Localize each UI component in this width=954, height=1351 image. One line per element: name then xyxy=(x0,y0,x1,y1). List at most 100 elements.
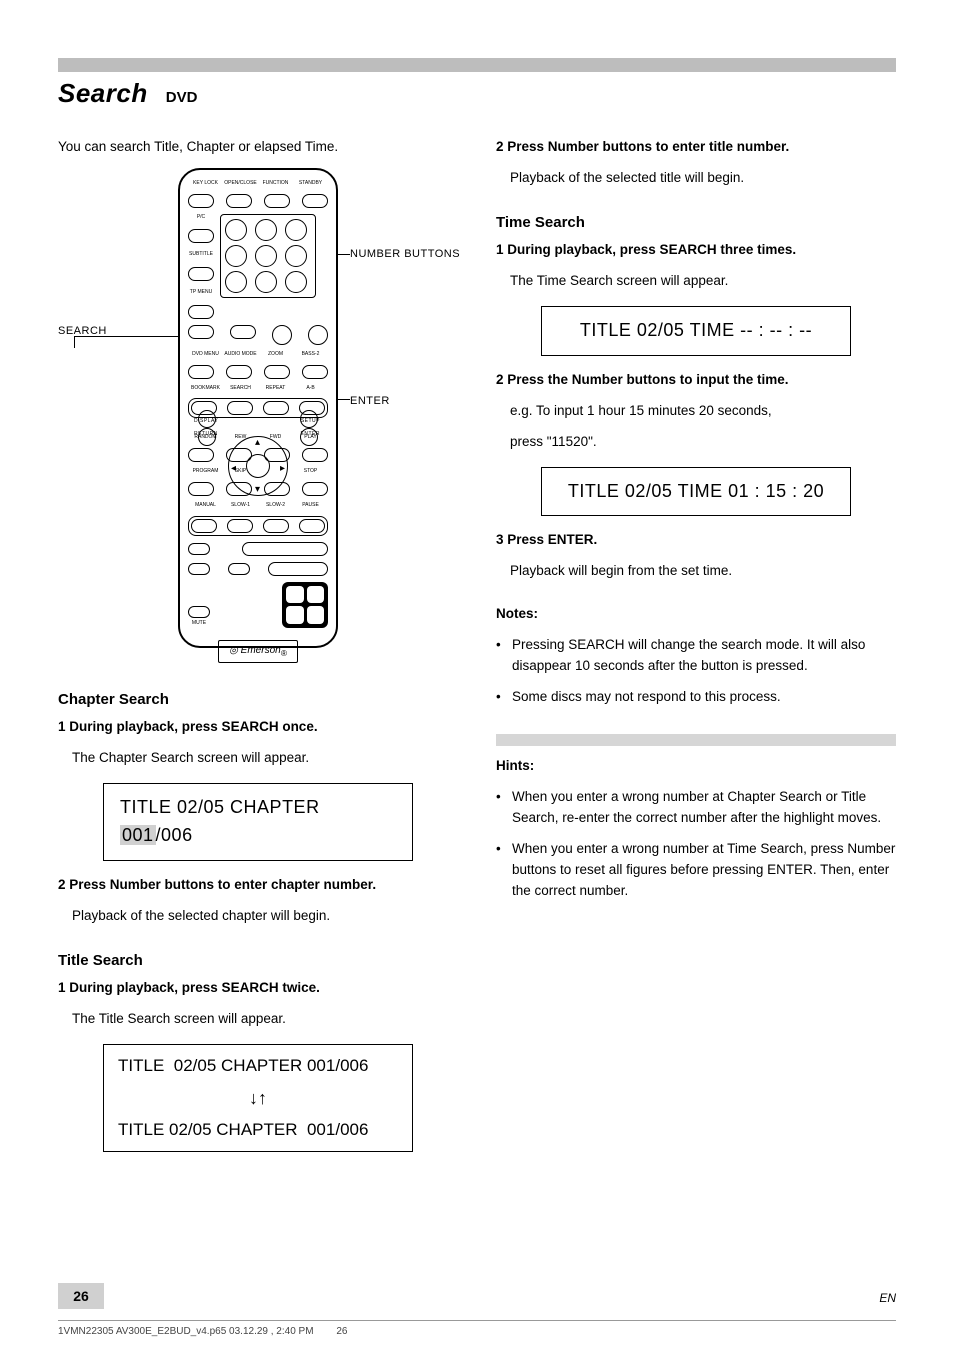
time-step-2-eg-b: press "11520". xyxy=(496,432,896,453)
lbl: TP MENU xyxy=(190,289,212,297)
function-button[interactable] xyxy=(264,194,290,208)
num-9-button[interactable] xyxy=(285,271,307,293)
callout-search: SEARCH xyxy=(58,323,107,340)
lbl: REPEAT xyxy=(258,385,293,393)
osd-chapter-search: TITLE 02/05 CHAPTER 001/006 xyxy=(103,783,413,861)
lbl: DVD MENU xyxy=(188,351,223,359)
notes-heading: Notes: xyxy=(496,604,896,625)
open-close-button[interactable] xyxy=(226,194,252,208)
page-title-row: Search DVD xyxy=(58,78,896,109)
key-lock-button[interactable] xyxy=(188,194,214,208)
footer-build-text: 1VMN22305 AV300E_E2BUD_v4.p65 03.12.29 ,… xyxy=(58,1326,314,1337)
remote-illustration: SEARCH NUMBER BUTTONS ENTER KEY LOCK OPE… xyxy=(88,168,428,668)
step-text: 2 Press Number buttons to enter chapter … xyxy=(58,877,376,892)
page-subtitle: DVD xyxy=(166,89,198,106)
onoff-button[interactable] xyxy=(268,562,328,576)
step-text: 2 Press the Number buttons to input the … xyxy=(496,372,789,387)
num-4-button[interactable] xyxy=(225,245,247,267)
osd-title-search: TITLE 02/05 CHAPTER 001/006 ↓↑ TITLE 02/… xyxy=(103,1044,413,1153)
left-column: You can search Title, Chapter or elapsed… xyxy=(58,137,458,1166)
pc-button[interactable] xyxy=(188,229,214,243)
hint-item: When you enter a wrong number at Chapter… xyxy=(496,787,896,829)
footer-page-small: 26 xyxy=(336,1326,347,1337)
remote-row xyxy=(188,365,328,379)
volume-bar[interactable] xyxy=(242,542,328,556)
osd-text: TITLE xyxy=(118,1056,164,1075)
remote-row-boxed xyxy=(188,516,328,536)
chapter-step-1-note: The Chapter Search screen will appear. xyxy=(58,748,458,769)
title-search-heading: Title Search xyxy=(58,949,458,972)
page-number: 26 xyxy=(58,1283,104,1309)
zoom-button[interactable] xyxy=(264,365,290,379)
time-step-2-eg-a: e.g. To input 1 hour 15 minutes 20 secon… xyxy=(496,401,896,422)
lbl: A-B xyxy=(293,385,328,393)
lbl: BOOKMARK xyxy=(188,385,223,393)
hints-list: When you enter a wrong number at Chapter… xyxy=(496,787,896,902)
lbl: OPEN/CLOSE xyxy=(223,180,258,188)
num-8-button[interactable] xyxy=(255,271,277,293)
num-6-button[interactable] xyxy=(285,245,307,267)
ascene-button[interactable] xyxy=(188,325,214,339)
enter-button[interactable] xyxy=(246,454,270,478)
num-2-button[interactable] xyxy=(255,219,277,241)
slow1-button[interactable] xyxy=(227,519,253,533)
num-0-button[interactable] xyxy=(272,325,292,345)
repeat-button[interactable] xyxy=(263,401,289,415)
title-step-2: 2 Press Number buttons to enter title nu… xyxy=(496,137,896,158)
brand-text: Emerson xyxy=(241,645,281,656)
chapter-step-2-note: Playback of the selected chapter will be… xyxy=(58,906,458,927)
remote-label-row: BOOKMARK SEARCH REPEAT A-B xyxy=(188,385,328,393)
callout-enter: ENTER xyxy=(350,393,390,410)
lbl: PROGRAM xyxy=(188,468,223,476)
num-7-button[interactable] xyxy=(225,271,247,293)
manual-button[interactable] xyxy=(191,519,217,533)
program-button[interactable] xyxy=(188,482,214,496)
preset-up-button[interactable] xyxy=(286,586,304,604)
random-button[interactable] xyxy=(188,448,214,462)
osd-text: TITLE 02/05 CHAPTER xyxy=(120,797,320,817)
standby-button[interactable] xyxy=(302,194,328,208)
num-plus10-button[interactable] xyxy=(308,325,328,345)
tuning-block xyxy=(282,582,328,628)
dvdmenu-button[interactable] xyxy=(188,365,214,379)
slow2-button[interactable] xyxy=(263,519,289,533)
mute-button[interactable] xyxy=(188,606,210,618)
osd-text: /006 xyxy=(156,825,193,845)
num-3-button[interactable] xyxy=(285,219,307,241)
search-button[interactable] xyxy=(227,401,253,415)
remote-row: MUTE xyxy=(188,582,328,628)
chapter-step-2: 2 Press Number buttons to enter chapter … xyxy=(58,875,458,896)
arrow-down-icon: ▾ xyxy=(255,482,260,498)
dpad[interactable]: ▴ ▾ ◂ ▸ xyxy=(228,436,288,496)
tuning-down-button[interactable] xyxy=(307,606,325,624)
bass-button[interactable] xyxy=(188,543,210,555)
step-text: 2 Press Number buttons to enter title nu… xyxy=(496,139,789,154)
stop-button[interactable] xyxy=(302,482,328,496)
pause-button[interactable] xyxy=(299,519,325,533)
tuning-up-button[interactable] xyxy=(307,586,325,604)
bass2-button[interactable] xyxy=(302,365,328,379)
header-bar xyxy=(58,58,896,72)
lbl: STANDBY xyxy=(293,180,328,188)
notes-list: Pressing SEARCH will change the search m… xyxy=(496,635,896,708)
tpmenu-button[interactable] xyxy=(188,305,214,319)
num-5-button[interactable] xyxy=(255,245,277,267)
num-1-button[interactable] xyxy=(225,219,247,241)
subtitle-button[interactable] xyxy=(188,267,214,281)
lbl: AUDIO MODE xyxy=(223,351,258,359)
step-text: 1 During playback, press SEARCH once. xyxy=(58,719,318,734)
time-step-1-note: The Time Search screen will appear. xyxy=(496,271,896,292)
callout-line xyxy=(336,254,350,255)
angle-button[interactable] xyxy=(230,325,256,339)
remote-label-row: MANUAL SLOW-1 SLOW-2 PAUSE xyxy=(188,502,328,510)
time-step-3: 3 Press ENTER. xyxy=(496,530,896,551)
preset-down-button[interactable] xyxy=(286,606,304,624)
notes-heading-text: Notes: xyxy=(496,606,538,621)
aux-button[interactable] xyxy=(188,563,210,575)
osd-text: TITLE 02/05 CHAPTER xyxy=(118,1120,298,1139)
osd-text: /006 xyxy=(335,1120,368,1139)
hint-item: When you enter a wrong number at Time Se… xyxy=(496,839,896,902)
fm-button[interactable] xyxy=(228,563,250,575)
audiomode-button[interactable] xyxy=(226,365,252,379)
play-button[interactable] xyxy=(302,448,328,462)
